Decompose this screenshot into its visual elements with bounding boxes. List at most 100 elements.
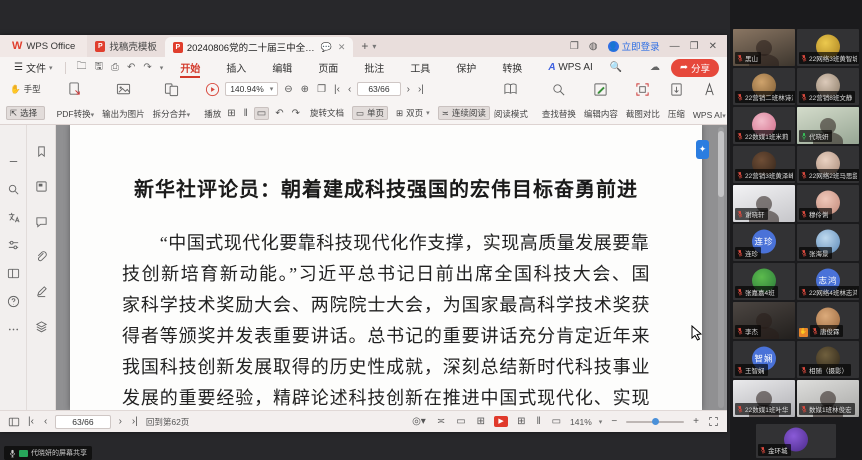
print-icon[interactable]: ⎙ xyxy=(108,62,122,73)
zoom-slider[interactable] xyxy=(626,421,684,423)
reading-layout-icon[interactable] xyxy=(7,267,20,280)
assistant-badge-icon[interactable]: ✦ xyxy=(696,140,709,159)
menu-item-insert[interactable]: 插入 xyxy=(214,60,258,75)
attachment-icon[interactable] xyxy=(35,250,48,263)
continuous-read-button[interactable]: ≍连续阅读 xyxy=(438,106,490,120)
last-page-icon[interactable]: ›| xyxy=(130,416,140,427)
layers-icon[interactable] xyxy=(35,320,48,333)
menu-item-annotate[interactable]: 批注 xyxy=(352,60,396,75)
vertical-scrollbar[interactable] xyxy=(718,127,724,408)
zoom-select[interactable]: 140.94%▾ xyxy=(225,82,278,96)
last-page-icon[interactable]: ›| xyxy=(416,84,426,95)
share-button[interactable]: ➦ 分享 xyxy=(671,59,719,77)
login-button[interactable]: 👤 立即登录 xyxy=(608,39,660,53)
menu-item-wps-ai[interactable]: A WPS AI xyxy=(536,62,604,73)
menu-item-page[interactable]: 页面 xyxy=(306,60,350,75)
participant-tile[interactable]: 22营销3班黄泽峰 xyxy=(733,146,795,183)
cloud-icon[interactable]: ☁ xyxy=(647,62,663,73)
zoom-out-icon[interactable]: − xyxy=(609,416,619,427)
file-menu[interactable]: ☰ 文件 ▾ xyxy=(8,60,58,75)
zoom-level[interactable]: 141% xyxy=(570,417,592,427)
zoom-in-icon[interactable]: ⊕ xyxy=(299,84,311,95)
hand-tool-button[interactable]: ✋手型 xyxy=(6,82,45,96)
prev-page-icon[interactable]: ‹ xyxy=(42,416,49,427)
search-icon[interactable]: 🔍 xyxy=(607,62,625,73)
menu-item-home[interactable]: 开始 xyxy=(168,60,212,75)
first-page-icon[interactable]: |‹ xyxy=(332,84,342,95)
rotate-doc-button[interactable]: 旋转文档 xyxy=(306,106,348,120)
tab-list-chevron-icon[interactable]: ▾ xyxy=(372,42,376,51)
participant-tile[interactable]: 志鸿22网络4班林志鸿 xyxy=(797,263,859,300)
page-indicator[interactable]: 63/66 xyxy=(357,82,400,96)
pan-pages-icon[interactable]: ❐ xyxy=(315,84,328,95)
next-page-icon[interactable]: › xyxy=(117,416,124,427)
split-merge-button[interactable]: 拆分合并▾ xyxy=(149,80,195,122)
more-chevron-icon[interactable]: ▾ xyxy=(157,64,167,72)
tab-current-document[interactable]: P 20240806党的二十届三中全… 💬 ✕ xyxy=(165,37,354,57)
more-icon[interactable] xyxy=(7,323,20,336)
collapse-icon[interactable] xyxy=(7,155,20,168)
participant-tile[interactable]: 穆伶俐 xyxy=(797,185,859,222)
undo-icon[interactable]: ↶ xyxy=(124,62,138,73)
thumbnail-icon[interactable] xyxy=(35,180,48,193)
save-icon[interactable]: 🖫 xyxy=(91,59,106,76)
participant-tile[interactable]: 22网络3班黄智城 xyxy=(797,29,859,66)
help-icon[interactable] xyxy=(7,295,20,308)
search-icon[interactable] xyxy=(7,183,20,196)
pen-icon[interactable] xyxy=(35,285,48,298)
tab-template[interactable]: P 找稿壳模板 xyxy=(87,35,165,57)
redo-icon[interactable]: ↷ xyxy=(140,62,154,73)
read-mode-button[interactable]: 阅读模式 xyxy=(490,80,532,122)
participant-tile[interactable]: 黑山 xyxy=(733,29,795,66)
participant-tile[interactable]: 李杰 xyxy=(733,302,795,339)
fit-page-icon[interactable]: ⊞ xyxy=(225,108,237,119)
menu-item-edit[interactable]: 编辑 xyxy=(260,60,304,75)
rotate-left-icon[interactable]: ↶ xyxy=(273,108,285,119)
first-page-icon[interactable]: |‹ xyxy=(26,416,36,427)
participant-tile[interactable]: 数媒1班林俊宏 xyxy=(797,380,859,417)
participant-tile[interactable]: 金环城 xyxy=(756,424,836,458)
fit-width-icon[interactable]: ‖ xyxy=(242,108,250,119)
prev-page-icon[interactable]: ‹ xyxy=(346,84,353,95)
participant-tile[interactable]: 22营销二班林诗涵 xyxy=(733,68,795,105)
view-options-icon[interactable]: ◎▾ xyxy=(410,416,428,427)
actual-size-icon[interactable]: ▭ xyxy=(550,416,563,427)
double-page-button[interactable]: ⊞双页▾ xyxy=(392,106,434,120)
new-tab-button[interactable]: + xyxy=(361,39,368,53)
page-indicator[interactable]: 63/66 xyxy=(55,415,110,429)
zoom-slider-knob[interactable] xyxy=(652,418,659,425)
next-page-icon[interactable]: › xyxy=(405,84,412,95)
translate-icon[interactable] xyxy=(7,211,20,224)
pdf-convert-button[interactable]: PDF转换▾ xyxy=(53,80,99,122)
screenshot-compare-button[interactable]: 截图对比 xyxy=(622,80,664,122)
participant-tile[interactable]: 张海景 xyxy=(797,224,859,261)
restore-button[interactable]: ❐ xyxy=(690,41,699,52)
single-page-button[interactable]: ▭单页 xyxy=(352,106,388,120)
double-page-icon[interactable]: ⊞ xyxy=(475,416,487,427)
fullscreen-icon[interactable] xyxy=(708,416,719,427)
bookmark-icon[interactable] xyxy=(35,145,48,158)
select-tool-button[interactable]: ⇱选择 xyxy=(6,106,45,120)
participant-tile[interactable]: 智娴王智娴 xyxy=(733,341,795,378)
edit-content-button[interactable]: 编辑内容 xyxy=(580,80,622,122)
comment-bubble-icon[interactable]: 💬 xyxy=(321,42,332,53)
zoom-out-icon[interactable]: ⊖ xyxy=(282,84,294,95)
find-replace-button[interactable]: 查找替换 xyxy=(538,80,580,122)
participant-tile[interactable]: ✋唐俊霖 xyxy=(797,302,859,339)
participant-tile[interactable]: 22数媒1班米莉 xyxy=(733,107,795,144)
menu-item-convert[interactable]: 转换 xyxy=(490,60,534,75)
participant-tile[interactable]: 张嘉嘉4班 xyxy=(733,263,795,300)
actual-size-icon[interactable]: ▭ xyxy=(254,107,269,120)
close-tab-icon[interactable]: ✕ xyxy=(338,42,346,53)
open-folder-icon[interactable]: 🗀 xyxy=(73,59,89,76)
participant-tile[interactable]: 22网络2班马思甜 xyxy=(797,146,859,183)
sidebar-toggle-icon[interactable] xyxy=(8,416,20,428)
play-button[interactable]: 播放 xyxy=(200,80,225,122)
comment-icon[interactable] xyxy=(35,215,48,228)
participant-tile[interactable]: 连珍连珍 xyxy=(733,224,795,261)
participant-tile[interactable]: 22营销8班文静 xyxy=(797,68,859,105)
participant-tile[interactable]: 22数媒1班叶华 xyxy=(733,380,795,417)
menu-item-protect[interactable]: 保护 xyxy=(444,60,488,75)
fit-page-icon[interactable]: ⊞ xyxy=(515,416,527,427)
single-page-icon[interactable]: ▭ xyxy=(454,416,467,427)
